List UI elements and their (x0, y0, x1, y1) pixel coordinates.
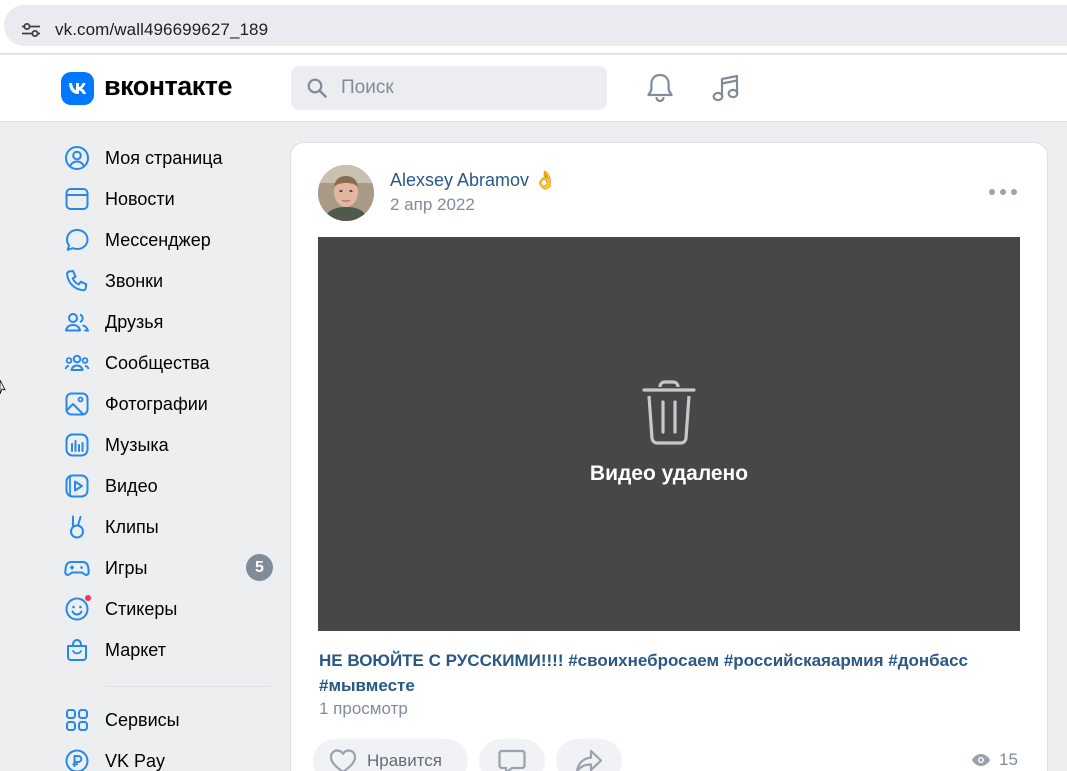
music-note-icon[interactable] (710, 72, 742, 104)
sidebar-item-vk-pay[interactable]: VK Pay (62, 743, 277, 771)
sidebar-item-label: Сервисы (105, 709, 180, 730)
sidebar-item-label: Музыка (105, 434, 169, 455)
author-avatar[interactable] (318, 165, 374, 221)
clips-icon (62, 512, 92, 542)
vk-logo-text[interactable]: вконтакте (104, 71, 233, 102)
video-removed-message: Видео удалено (589, 462, 749, 485)
vk-logo-icon[interactable] (61, 72, 94, 105)
market-bag-icon (62, 635, 92, 665)
search-icon (307, 78, 327, 98)
sidebar-item-label: Фотографии (105, 393, 208, 414)
sidebar-item-news[interactable]: Новости (62, 181, 277, 217)
video-player-removed: Видео удалено (318, 237, 1020, 631)
sidebar-item-label: Звонки (105, 270, 164, 291)
sidebar-divider (106, 686, 270, 687)
sidebar-item-label: Мессенджер (105, 229, 211, 250)
url-text[interactable]: vk.com/wall496699627_189 (55, 20, 268, 40)
trash-icon (642, 380, 696, 445)
photo-icon (62, 389, 92, 419)
vk-header: вконтакте (0, 55, 1067, 122)
url-field[interactable]: vk.com/wall496699627_189 (4, 5, 1067, 46)
notification-dot (84, 594, 92, 602)
sidebar-item-label: Маркет (105, 639, 166, 660)
heart-icon (329, 749, 357, 771)
user-circle-icon (62, 143, 92, 173)
browser-address-bar: vk.com/wall496699627_189 (0, 0, 1067, 54)
games-count-badge: 5 (246, 554, 273, 581)
sidebar-item-stickers[interactable]: Стикеры (62, 591, 277, 627)
sidebar-item-label: Видео (105, 475, 158, 496)
friends-icon (62, 307, 92, 337)
post-card: Alexsey Abramov 👌 2 апр 2022 Видео удале… (290, 142, 1048, 771)
share-arrow-icon (575, 749, 603, 771)
post-text[interactable]: НЕ ВОЮЙТЕ С РУССКИМИ!!!! #своихнебросаем… (319, 648, 1019, 698)
sidebar-item-label: Стикеры (105, 598, 178, 619)
newsfeed-icon (62, 184, 92, 214)
video-icon (62, 471, 92, 501)
vk-pay-icon (62, 746, 92, 771)
views-counter: 15 (971, 750, 1018, 770)
like-label: Нравится (367, 751, 443, 770)
sidebar-item-photos[interactable]: Фотографии (62, 386, 277, 422)
sidebar-item-music[interactable]: Музыка (62, 427, 277, 463)
services-grid-icon (62, 705, 92, 735)
tune-icon[interactable] (22, 23, 40, 37)
gamepad-icon (62, 553, 92, 583)
author-name-link[interactable]: Alexsey Abramov 👌 (390, 170, 556, 191)
sidebar-item-label: VK Pay (105, 750, 166, 771)
sidebar-item-label: Новости (105, 188, 175, 209)
eye-icon (972, 754, 990, 766)
more-options-icon[interactable] (989, 185, 1017, 199)
comment-button[interactable] (479, 739, 545, 771)
sidebar-item-friends[interactable]: Друзья (62, 304, 277, 340)
sidebar-item-label: Игры (105, 557, 148, 578)
like-button[interactable]: Нравится (313, 739, 468, 771)
sidebar-item-my-page[interactable]: Моя страница (62, 140, 277, 176)
sidebar-item-market[interactable]: Маркет (62, 632, 277, 668)
sidebar-item-label: Клипы (105, 516, 159, 537)
sidebar-item-messenger[interactable]: Мессенджер (62, 222, 277, 258)
message-icon (62, 225, 92, 255)
search-box[interactable] (291, 66, 607, 110)
share-button[interactable] (556, 739, 622, 771)
sticker-icon (62, 594, 92, 624)
sidebar-item-label: Моя страница (105, 147, 223, 168)
sidebar-item-calls[interactable]: Звонки (62, 263, 277, 299)
music-icon (62, 430, 92, 460)
post-date[interactable]: 2 апр 2022 (390, 195, 475, 215)
sidebar-item-clips[interactable]: Клипы (62, 509, 277, 545)
phone-icon (62, 266, 92, 296)
sidebar-item-services[interactable]: Сервисы (62, 702, 277, 738)
sidebar-item-communities[interactable]: Сообщества (62, 345, 277, 381)
comment-icon (498, 749, 526, 771)
bell-icon[interactable] (645, 72, 675, 104)
views-count-value: 15 (999, 750, 1018, 769)
sidebar-item-label: Сообщества (105, 352, 210, 373)
sidebar-item-label: Друзья (105, 311, 164, 332)
communities-icon (62, 348, 92, 378)
video-views-text: 1 просмотр (319, 699, 408, 718)
search-input[interactable] (341, 66, 591, 110)
sidebar-item-video[interactable]: Видео (62, 468, 277, 504)
left-sidebar: Моя страница Новости Мессенджер Звонки Д… (0, 122, 290, 771)
sidebar-item-games[interactable]: Игры 5 (62, 550, 277, 586)
